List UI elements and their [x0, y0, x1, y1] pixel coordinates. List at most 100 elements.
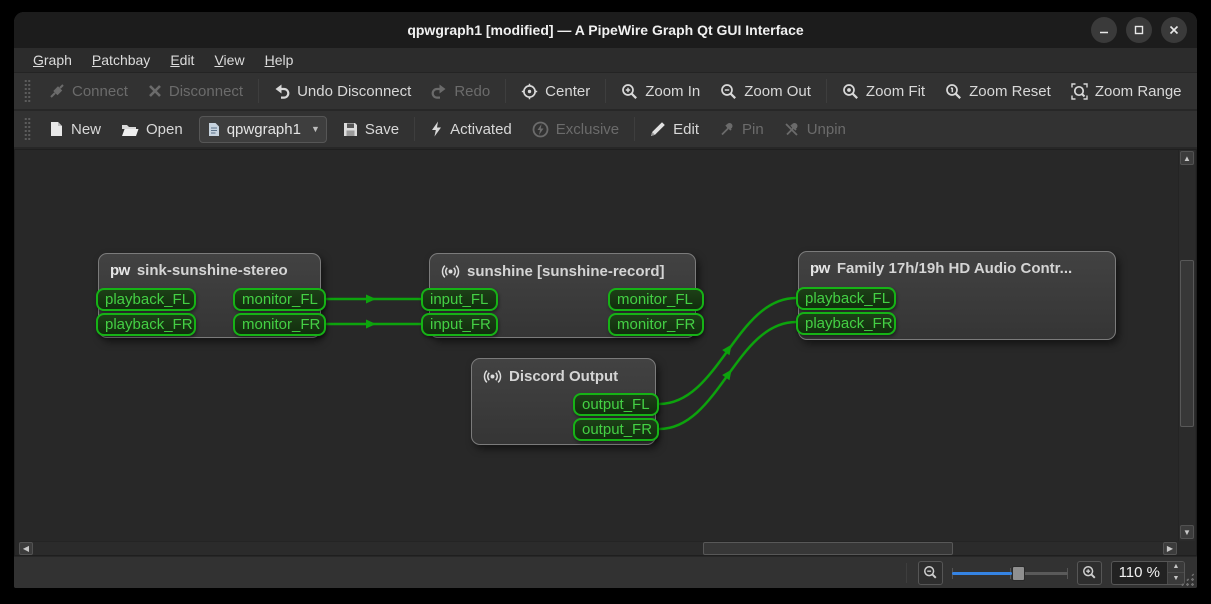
menu-view[interactable]: View: [205, 50, 253, 70]
activated-button[interactable]: Activated: [420, 116, 522, 143]
connect-icon: [50, 84, 64, 98]
edit-button[interactable]: Edit: [640, 116, 709, 143]
slider-track-empty[interactable]: [1017, 571, 1068, 575]
toolbar-drag-handle[interactable]: [24, 79, 31, 103]
maximize-button[interactable]: [1126, 17, 1152, 43]
zoom-reset-icon: [946, 83, 962, 99]
port-playback-fr[interactable]: playback_FR: [796, 312, 896, 335]
graph-toolbar: Connect Disconnect Undo Disconnect Redo …: [14, 73, 1197, 111]
close-button[interactable]: [1161, 17, 1187, 43]
titlebar[interactable]: qpwgraph1 [modified] — A PipeWire Graph …: [14, 12, 1197, 48]
zoom-range-button[interactable]: Zoom Range: [1061, 78, 1192, 105]
node-title: sink-sunshine-stereo: [136, 262, 288, 279]
pin-label: Pin: [742, 120, 764, 138]
menubar: Graph Patchbay Edit View Help: [14, 48, 1197, 73]
toolbar-drag-handle[interactable]: [24, 117, 31, 141]
scroll-left-button[interactable]: ◀: [19, 542, 33, 555]
menu-edit[interactable]: Edit: [161, 50, 203, 70]
horizontal-scroll-thumb[interactable]: [703, 542, 953, 555]
spin-down-button[interactable]: ▼: [1168, 572, 1184, 584]
close-icon: [1169, 25, 1179, 35]
node-header: pw Family 17h/19h HD Audio Contr...: [799, 252, 1115, 277]
patchbay-selector[interactable]: qpwgraph1 ▼: [198, 115, 327, 143]
exclusive-icon: [532, 121, 549, 137]
menu-graph[interactable]: Graph: [24, 50, 81, 70]
zoom-value: 110 %: [1118, 564, 1160, 581]
connect-label: Connect: [72, 82, 128, 100]
port-playback-fl[interactable]: playback_FL: [796, 287, 896, 310]
zoom-out-button[interactable]: Zoom Out: [710, 78, 821, 105]
zoom-reset-label: Zoom Reset: [969, 82, 1051, 100]
pin-button[interactable]: Pin: [709, 116, 774, 143]
pin-icon: [721, 123, 733, 136]
menu-help[interactable]: Help: [256, 50, 303, 70]
spin-up-button[interactable]: ▲: [1168, 561, 1184, 573]
vertical-scroll-thumb[interactable]: [1180, 260, 1194, 427]
menu-patchbay[interactable]: Patchbay: [83, 50, 159, 70]
port-input-fr[interactable]: input_FR: [421, 313, 498, 336]
node-header: Discord Output: [472, 359, 655, 386]
zoom-fit-button[interactable]: Zoom Fit: [832, 78, 935, 105]
activated-label: Activated: [450, 120, 512, 138]
scroll-down-button[interactable]: ▼: [1180, 525, 1194, 539]
statusbar-zoom-in-button[interactable]: [1076, 560, 1102, 585]
exclusive-label: Exclusive: [555, 120, 620, 138]
triangle-left-icon: ◀: [22, 544, 30, 553]
new-button[interactable]: New: [39, 116, 111, 143]
undo-disconnect-button[interactable]: Undo Disconnect: [264, 78, 421, 105]
open-button[interactable]: Open: [111, 116, 193, 143]
port-monitor-fr[interactable]: monitor_FR: [608, 313, 704, 336]
pipewire-icon: pw: [110, 262, 130, 279]
save-button[interactable]: Save: [333, 116, 409, 143]
save-icon: [343, 122, 357, 136]
exclusive-button[interactable]: Exclusive: [522, 116, 629, 143]
port-output-fr[interactable]: output_FR: [573, 418, 659, 441]
horizontal-scrollbar[interactable]: ◀ ▶: [19, 541, 1177, 555]
graph-canvas[interactable]: pw sink-sunshine-stereo playback_FL play…: [14, 149, 1197, 556]
unpin-button[interactable]: Unpin: [774, 116, 856, 143]
slider-track-filled[interactable]: [951, 571, 1012, 575]
port-playback-fl[interactable]: playback_FL: [96, 288, 196, 311]
toolbar-separator: [258, 79, 260, 103]
zoom-range-icon: [1071, 82, 1088, 100]
redo-button[interactable]: Redo: [421, 78, 500, 105]
center-button[interactable]: Center: [511, 78, 600, 105]
port-monitor-fr[interactable]: monitor_FR: [233, 313, 326, 336]
stream-icon: [441, 265, 460, 278]
connect-button[interactable]: Connect: [39, 78, 138, 105]
window-controls: [1091, 17, 1187, 43]
window-title: qpwgraph1 [modified] — A PipeWire Graph …: [407, 22, 804, 38]
zoom-out-label: Zoom Out: [744, 82, 811, 100]
minimize-icon: [1100, 31, 1108, 34]
save-label: Save: [364, 120, 400, 138]
minimize-button[interactable]: [1091, 17, 1117, 43]
zoom-in-icon: [1082, 566, 1096, 579]
port-input-fl[interactable]: input_FL: [421, 288, 498, 311]
disconnect-icon: [148, 85, 161, 97]
toolbar-separator: [825, 79, 827, 103]
undo-disconnect-label: Undo Disconnect: [297, 82, 412, 100]
node-header: sunshine [sunshine-record]: [430, 254, 695, 281]
zoom-spinbox[interactable]: 110 % ▲ ▼: [1110, 560, 1185, 585]
port-monitor-fl[interactable]: monitor_FL: [608, 288, 704, 311]
zoom-in-icon: [622, 83, 638, 99]
toolbar-separator: [634, 117, 636, 141]
statusbar-zoom-out-button[interactable]: [917, 560, 943, 585]
zoom-range-label: Zoom Range: [1094, 82, 1182, 100]
zoom-slider[interactable]: [951, 561, 1068, 585]
port-output-fl[interactable]: output_FL: [573, 393, 659, 416]
zoom-slider-handle[interactable]: [1011, 565, 1025, 581]
graph-layer: pw sink-sunshine-stereo playback_FL play…: [15, 150, 1196, 555]
zoom-reset-button[interactable]: Zoom Reset: [935, 78, 1061, 105]
zoom-in-button[interactable]: Zoom In: [611, 78, 710, 105]
vertical-scrollbar[interactable]: ▲ ▼: [1178, 150, 1195, 541]
toolbar-separator: [505, 79, 507, 103]
node-header: pw sink-sunshine-stereo: [99, 254, 320, 279]
scroll-right-button[interactable]: ▶: [1163, 542, 1177, 555]
zoom-fit-label: Zoom Fit: [865, 82, 926, 100]
port-monitor-fl[interactable]: monitor_FL: [233, 288, 326, 311]
scroll-up-button[interactable]: ▲: [1180, 151, 1194, 165]
chevron-down-icon: ▼: [310, 124, 320, 134]
disconnect-button[interactable]: Disconnect: [138, 78, 253, 105]
port-playback-fr[interactable]: playback_FR: [96, 313, 196, 336]
